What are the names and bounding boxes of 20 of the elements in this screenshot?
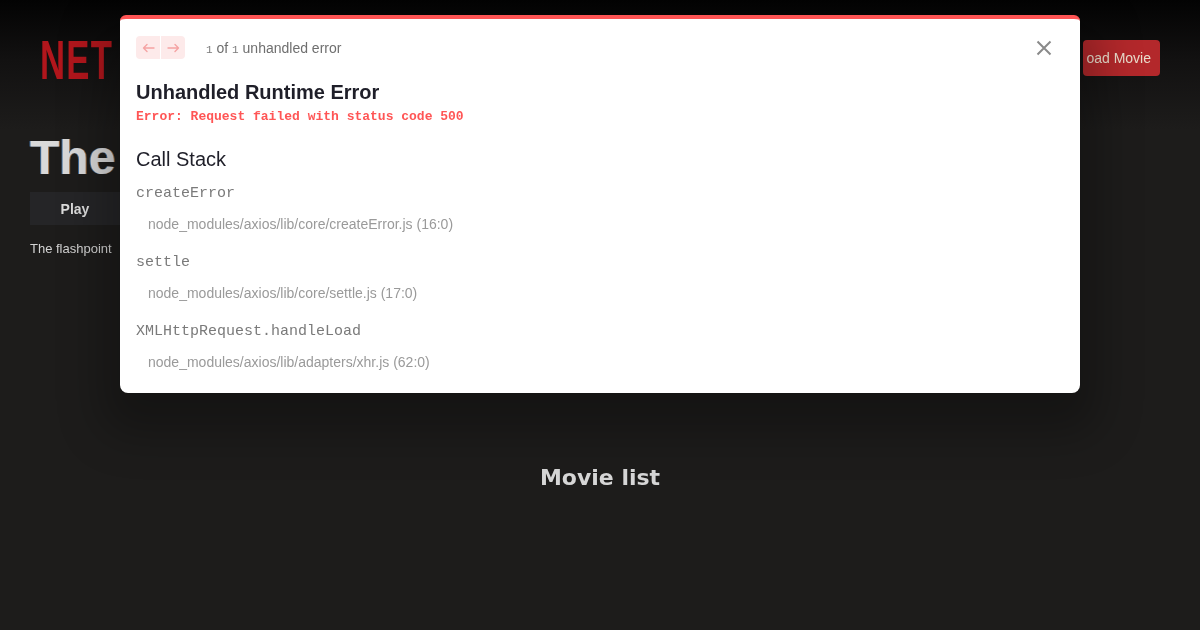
play-button[interactable]: Play — [30, 192, 120, 225]
hero-description: The flashpoint — [30, 241, 112, 257]
stack-frame-location: node_modules/axios/lib/core/settle.js (17:0) — [147, 284, 419, 302]
load-movie-button[interactable]: oad Movie — [1083, 40, 1160, 76]
stack-frame-location: node_modules/axios/lib/core/createError.js (16:0) — [147, 215, 455, 233]
brand-logo: NET — [40, 38, 114, 82]
stack-frame-function: XMLHttpRequest.handleLoad — [136, 323, 363, 341]
section-heading: Movie list — [539, 464, 661, 492]
close-button[interactable] — [1036, 39, 1052, 56]
call-stack-heading: Call Stack — [136, 147, 228, 171]
arrow-left-icon — [141, 42, 155, 53]
arrow-right-icon — [166, 42, 180, 53]
error-title: Unhandled Runtime Error — [136, 80, 381, 104]
close-icon — [1036, 39, 1052, 56]
stack-frame-function: settle — [136, 254, 191, 272]
hero-title: The — [30, 130, 116, 186]
error-message: Error: Request failed with status code 500 — [136, 109, 465, 125]
stack-frame-location: node_modules/axios/lib/adapters/xhr.js (62:0) — [147, 353, 431, 371]
error-counter: 1 of 1 unhandled error — [206, 39, 342, 56]
stack-frame-function: createError — [136, 185, 237, 203]
